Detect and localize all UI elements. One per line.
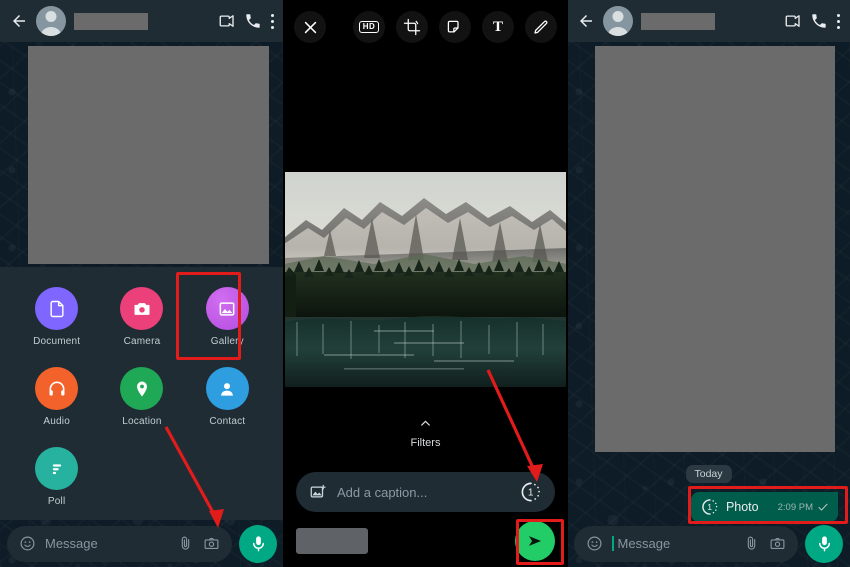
attachment-location-label: Location [122, 416, 162, 427]
caption-placeholder: Add a caption... [337, 484, 428, 500]
panel-chat-sent-message: Today 1 Photo 2:09 PM Message [567, 0, 850, 567]
location-pin-icon [120, 367, 164, 410]
paperclip-icon[interactable] [177, 535, 194, 552]
message-input-bar: Message [0, 520, 284, 567]
editor-tool-group: HD T [353, 11, 557, 43]
attachment-location[interactable]: Location [99, 363, 184, 431]
contact-name-redacted [74, 12, 148, 30]
photo-preview[interactable] [284, 172, 567, 387]
person-icon [205, 367, 249, 410]
panel-chat-attachment-menu: Document Camera Gallery Audio Location C… [0, 0, 284, 567]
message-placeholder: Message [617, 536, 671, 551]
editor-toolbar: HD T [284, 0, 567, 54]
caption-bar[interactable]: Add a caption... 1 [296, 472, 555, 512]
camera-icon [120, 287, 164, 330]
attachment-poll-label: Poll [47, 496, 66, 507]
send-button[interactable] [515, 521, 555, 561]
back-arrow-icon[interactable] [10, 12, 28, 30]
headphones-icon [35, 367, 79, 410]
camera-icon[interactable] [203, 535, 220, 552]
view-once-icon[interactable]: 1 [520, 481, 542, 503]
day-divider-chip: Today [685, 465, 732, 483]
attachment-grid: Document Camera Gallery Audio Location C… [0, 283, 284, 511]
three-panel-screenshot: Document Camera Gallery Audio Location C… [0, 0, 850, 567]
message-input-pill[interactable]: Message [7, 525, 232, 562]
attachment-camera[interactable]: Camera [99, 283, 184, 351]
message-meta: 2:09 PM [766, 501, 829, 513]
pencil-draw-icon[interactable] [525, 11, 557, 43]
add-photo-icon[interactable] [309, 483, 327, 501]
microphone-button[interactable] [239, 524, 277, 563]
filters-label: Filters [410, 437, 441, 449]
emoji-smiley-icon[interactable] [586, 535, 603, 552]
attachment-contact[interactable]: Contact [185, 363, 270, 431]
attachment-audio[interactable]: Audio [14, 363, 99, 431]
chat-header [567, 0, 850, 42]
avatar[interactable] [36, 6, 66, 36]
sticker-icon[interactable] [439, 11, 471, 43]
phone-call-icon[interactable] [244, 12, 262, 30]
panel-media-editor: HD T Filters Add a caption... 1 [284, 0, 567, 567]
mountain-lake-photo [284, 172, 567, 387]
avatar[interactable] [603, 6, 633, 36]
crop-rotate-icon[interactable] [396, 11, 428, 43]
attachment-gallery-label: Gallery [210, 336, 244, 347]
text-caret [612, 536, 614, 551]
svg-text:1: 1 [707, 502, 712, 512]
attachment-camera-label: Camera [123, 336, 161, 347]
send-row [284, 515, 567, 567]
chat-header [0, 0, 284, 42]
hd-quality-button[interactable]: HD [353, 11, 385, 43]
attachment-sheet: Document Camera Gallery Audio Location C… [0, 267, 284, 520]
camera-icon[interactable] [769, 535, 786, 552]
close-x-icon[interactable] [294, 11, 326, 43]
back-arrow-icon[interactable] [577, 12, 595, 30]
message-timestamp: 2:09 PM [777, 501, 813, 513]
sent-message-bubble[interactable]: 1 Photo 2:09 PM [690, 492, 838, 522]
attachment-gallery[interactable]: Gallery [185, 283, 270, 351]
video-call-icon[interactable] [784, 12, 802, 30]
panel-divider-1 [283, 0, 285, 567]
microphone-button[interactable] [805, 524, 843, 563]
overflow-menu-icon[interactable] [836, 12, 840, 30]
view-once-icon: 1 [701, 498, 719, 516]
attachment-document-label: Document [33, 336, 81, 347]
attachment-poll[interactable]: Poll [14, 443, 99, 511]
message-type-label: Photo [725, 500, 759, 514]
message-input-bar: Message [567, 520, 850, 567]
paperclip-icon[interactable] [743, 535, 760, 552]
recipient-chip-redacted [296, 528, 368, 554]
chevron-up-icon[interactable] [418, 416, 433, 431]
filters-control[interactable]: Filters [284, 405, 567, 460]
gallery-icon [205, 287, 249, 330]
contact-name-redacted [641, 12, 715, 30]
redacted-chat-area [28, 46, 269, 264]
svg-text:1: 1 [528, 488, 534, 499]
panel-divider-2 [566, 0, 568, 567]
message-input-pill[interactable]: Message [574, 525, 798, 562]
attachment-document[interactable]: Document [14, 283, 99, 351]
redacted-chat-area [595, 46, 835, 452]
video-call-icon[interactable] [218, 12, 236, 30]
attachment-audio-label: Audio [43, 416, 70, 427]
attachment-contact-label: Contact [209, 416, 246, 427]
sent-check-icon [817, 501, 829, 513]
message-placeholder: Message [45, 536, 98, 551]
poll-icon [35, 447, 79, 490]
phone-call-icon[interactable] [810, 12, 828, 30]
text-tool-button[interactable]: T [482, 11, 514, 43]
emoji-smiley-icon[interactable] [19, 535, 36, 552]
overflow-menu-icon[interactable] [270, 12, 274, 30]
document-icon [35, 287, 79, 330]
